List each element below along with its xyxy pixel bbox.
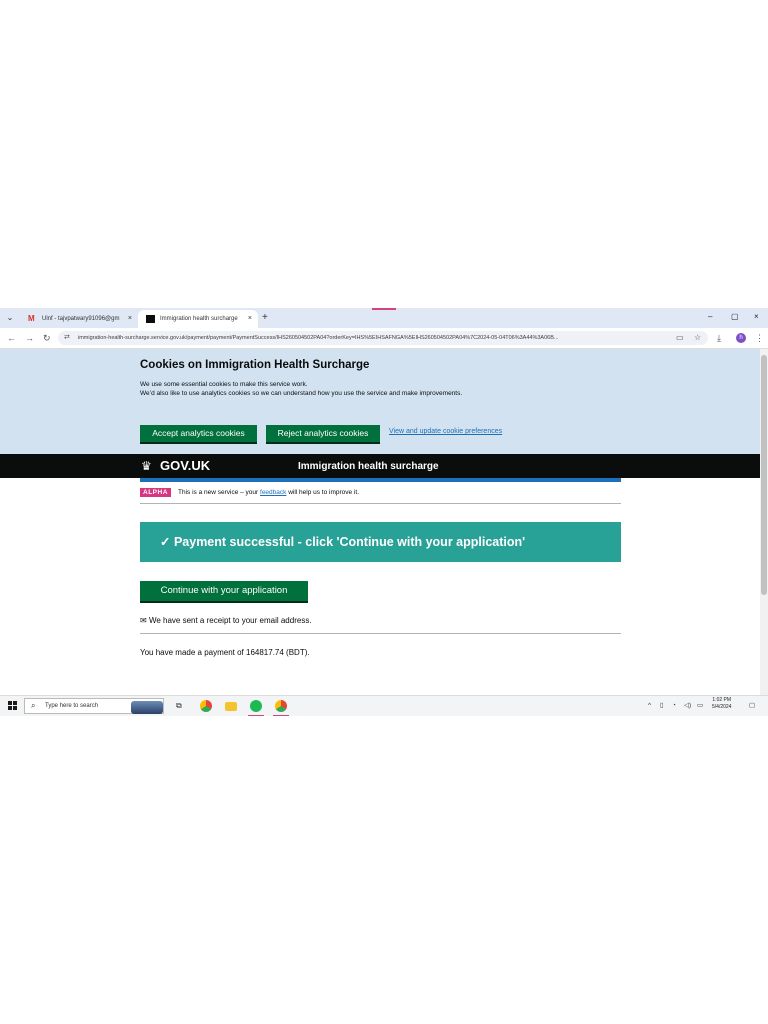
gmail-icon: M (28, 314, 35, 323)
tab-label: Immigration health surcharge (160, 316, 238, 322)
tab-immigration-health-surcharge[interactable]: Immigration health surcharge × (138, 310, 258, 328)
phase-banner: ALPHA This is a new service – your feedb… (140, 487, 621, 504)
close-tab-icon[interactable]: × (248, 310, 252, 328)
success-message: ✓ Payment successful - click 'Continue w… (160, 535, 526, 549)
govuk-icon (146, 315, 155, 323)
back-icon[interactable]: ← (7, 332, 16, 344)
card-icon[interactable]: ▭ (676, 332, 684, 344)
new-tab-button[interactable]: + (262, 311, 268, 325)
windows-taskbar: ⌕ Type here to search ⧉ ^ ▯ ◔ ◁) ▭ 1:02 … (0, 695, 768, 716)
page-viewport: Cookies on Immigration Health Surcharge … (0, 349, 768, 695)
govuk-header: ♛ GOV.UK Immigration health surcharge (0, 454, 760, 478)
windows-start-icon[interactable] (8, 701, 17, 710)
menu-kebab-icon[interactable]: ⋮ (755, 332, 764, 344)
receipt-text: We have sent a receipt to your email add… (148, 616, 312, 625)
envelope-icon: ✉ (140, 616, 147, 625)
phase-text-start: This is a new service – your (178, 489, 261, 496)
taskbar-clock[interactable]: 1:02 PM 5/4/2024 (712, 697, 731, 711)
task-view-icon[interactable]: ⧉ (176, 701, 182, 711)
payment-amount-text: You have made a payment of 164817.74 (BD… (140, 648, 310, 657)
wifi-icon[interactable]: ◔ (672, 701, 676, 711)
screenshot: ⌄ M Ulnf - tajvpatwary91096@gm × Immigra… (0, 308, 768, 716)
continue-with-application-button[interactable]: Continue with your application (140, 581, 308, 601)
feedback-link[interactable]: feedback (260, 489, 286, 496)
service-name[interactable]: Immigration health surcharge (298, 461, 439, 473)
minimize-button[interactable]: – (708, 310, 712, 324)
cookie-banner-text: We’d also like to use analytics cookies … (140, 390, 463, 397)
browser-tab-bar: ⌄ M Ulnf - tajvpatwary91096@gm × Immigra… (0, 308, 768, 328)
search-placeholder: Type here to search (45, 703, 99, 709)
phase-text-end: will help us to improve it. (286, 489, 360, 496)
reject-analytics-cookies-button[interactable]: Reject analytics cookies (266, 425, 380, 442)
tab-search-chevron-icon[interactable]: ⌄ (4, 312, 16, 324)
clock-date: 5/4/2024 (712, 704, 732, 710)
scrollbar-thumb[interactable] (761, 355, 767, 595)
url-text[interactable]: immigration-health-surcharge.service.gov… (78, 331, 658, 345)
chrome-profile-icon[interactable] (275, 700, 287, 712)
taskbar-search-box[interactable]: ⌕ Type here to search (24, 698, 164, 714)
cookie-banner-title: Cookies on Immigration Health Surcharge (140, 359, 370, 371)
download-icon[interactable]: ⤓ (717, 332, 721, 344)
battery-icon[interactable]: ▯ (660, 701, 664, 711)
accept-analytics-cookies-button[interactable]: Accept analytics cookies (140, 425, 257, 442)
tab-label: Ulnf - tajvpatwary91096@gm (42, 316, 120, 322)
file-explorer-icon[interactable] (225, 702, 237, 711)
volume-icon[interactable]: ◁) (684, 701, 691, 711)
notification-icon[interactable]: ▢ (749, 701, 755, 711)
page-scrollbar[interactable] (760, 349, 768, 695)
forward-icon[interactable]: → (25, 332, 34, 344)
phase-banner-text: This is a new service – your feedback wi… (178, 488, 359, 497)
site-info-icon[interactable]: ⇄ (64, 333, 70, 343)
search-icon: ⌕ (31, 701, 36, 710)
reload-icon[interactable]: ↻ (43, 332, 51, 344)
active-app-indicator (273, 715, 289, 716)
payment-success-panel: ✓ Payment successful - click 'Continue w… (140, 522, 621, 562)
bookmark-star-icon[interactable]: ☆ (694, 332, 701, 344)
section-divider (140, 633, 621, 634)
close-window-button[interactable]: × (754, 310, 759, 324)
tab-gmail[interactable]: M Ulnf - tajvpatwary91096@gm × (20, 310, 138, 328)
drag-indicator (372, 308, 396, 310)
cookie-preferences-link[interactable]: View and update cookie preferences (389, 428, 502, 435)
active-app-indicator (248, 715, 264, 716)
address-bar[interactable]: ⇄ immigration-health-surcharge.service.g… (58, 331, 708, 345)
crown-icon: ♛ (141, 459, 152, 473)
cookie-banner: Cookies on Immigration Health Surcharge … (0, 349, 760, 454)
clock-time: 1:02 PM (712, 697, 732, 703)
weather-widget-icon[interactable] (131, 701, 163, 714)
chrome-icon[interactable] (200, 700, 212, 712)
show-hidden-icons-chevron-icon[interactable]: ^ (648, 701, 651, 711)
spotify-icon[interactable] (250, 700, 262, 712)
close-tab-icon[interactable]: × (128, 310, 132, 328)
maximize-button[interactable]: ▢ (731, 310, 739, 324)
browser-toolbar: ← → ↻ ⇄ immigration-health-surcharge.ser… (0, 328, 768, 349)
keyboard-icon[interactable]: ▭ (697, 701, 703, 711)
profile-avatar[interactable]: h (736, 333, 746, 343)
header-blue-bar (140, 478, 621, 482)
receipt-notice: ✉ We have sent a receipt to your email a… (140, 616, 312, 625)
cookie-banner-text: We use some essential cookies to make th… (140, 381, 308, 388)
alpha-tag: ALPHA (140, 488, 171, 497)
govuk-logo[interactable]: GOV.UK (160, 458, 210, 474)
